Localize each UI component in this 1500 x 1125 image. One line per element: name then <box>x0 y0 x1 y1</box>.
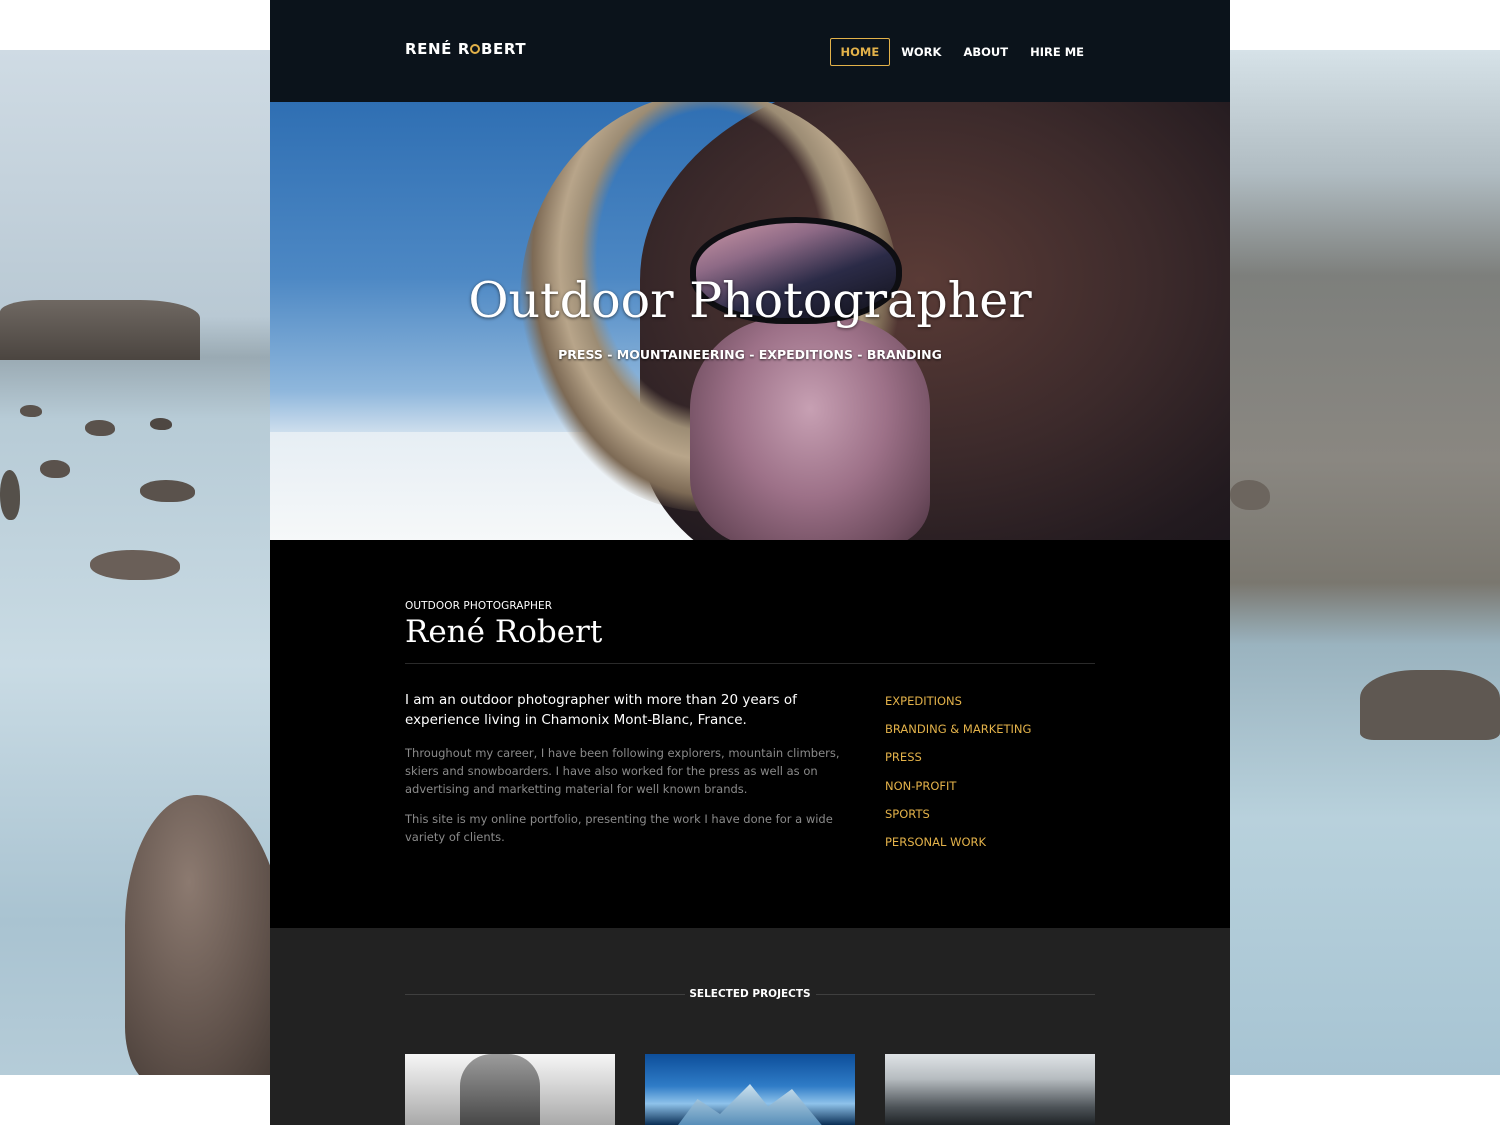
brand-name-part-1: RENÉ R <box>405 40 470 58</box>
category-link-non-profit[interactable]: NON-PROFIT <box>885 779 1031 793</box>
project-thumbnail[interactable] <box>885 1054 1095 1125</box>
category-link-personal-work[interactable]: PERSONAL WORK <box>885 835 1031 849</box>
project-thumbnail[interactable] <box>645 1054 855 1125</box>
about-paragraph: This site is my online portfolio, presen… <box>405 812 833 844</box>
hero-banner: Outdoor Photographer PRESS - MOUNTAINEER… <box>270 102 1230 540</box>
projects-rule-right <box>816 994 1095 995</box>
selected-projects-section: SELECTED PROJECTS <box>270 928 1230 1125</box>
about-paragraph: Throughout my career, I have been follow… <box>405 746 840 796</box>
category-list: EXPEDITIONS BRANDING & MARKETING PRESS N… <box>885 694 1031 863</box>
aperture-logo-icon <box>470 44 481 54</box>
about-eyebrow: OUTDOOR PHOTOGRAPHER <box>405 600 553 612</box>
project-thumbnail[interactable] <box>405 1054 615 1125</box>
hero-title: Outdoor Photographer <box>468 272 1032 329</box>
nav-item-hire-me[interactable]: HIRE ME <box>1019 38 1095 66</box>
category-link-press[interactable]: PRESS <box>885 750 1031 764</box>
nav-item-work[interactable]: WORK <box>890 38 952 66</box>
nav-item-home[interactable]: HOME <box>829 38 891 66</box>
background-photo-left <box>0 50 270 1075</box>
main-nav: HOME WORK ABOUT HIRE ME <box>829 38 1095 66</box>
page-column: RENÉ R BERT HOME WORK ABOUT HIRE ME Outdo… <box>270 0 1230 1125</box>
brand-logo[interactable]: RENÉ R BERT <box>405 40 526 58</box>
brand-name-part-2: BERT <box>480 40 527 58</box>
nav-item-about[interactable]: ABOUT <box>952 38 1019 66</box>
thumbnail-rock-spire <box>460 1054 540 1125</box>
about-lead: I am an outdoor photographer with more t… <box>405 692 797 728</box>
thumbnail-mountain-range <box>675 1084 825 1125</box>
category-link-branding-marketing[interactable]: BRANDING & MARKETING <box>885 722 1031 736</box>
about-name: René Robert <box>405 614 603 650</box>
about-divider <box>405 663 1095 664</box>
about-section: OUTDOOR PHOTOGRAPHER René Robert I am an… <box>270 540 1230 928</box>
site-header: RENÉ R BERT HOME WORK ABOUT HIRE ME <box>270 0 1230 102</box>
category-link-expeditions[interactable]: EXPEDITIONS <box>885 694 1031 708</box>
hero-subtitle: PRESS - MOUNTAINEERING - EXPEDITIONS - B… <box>558 347 942 362</box>
background-photo-right <box>1230 50 1500 1075</box>
category-link-sports[interactable]: SPORTS <box>885 807 1031 821</box>
